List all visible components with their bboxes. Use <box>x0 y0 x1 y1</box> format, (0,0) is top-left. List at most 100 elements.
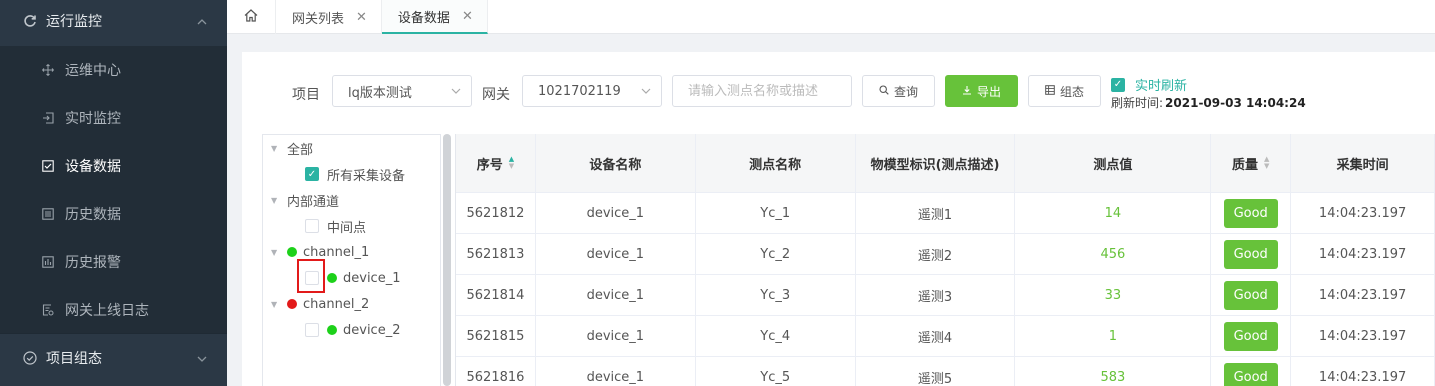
sidebar-item-realtime[interactable]: 实时监控 <box>0 94 227 142</box>
sidebar-item-label: 运维中心 <box>65 63 121 79</box>
tree-node-middle-point[interactable]: 中间点 <box>305 213 366 239</box>
header-label: 序号 <box>476 157 503 173</box>
cell-id: 5621813 <box>456 234 536 274</box>
tree-node-label: 中间点 <box>327 220 367 236</box>
sidebar-group-label: 运行监控 <box>46 14 102 30</box>
sidebar-group-project-config[interactable]: 项目组态 <box>0 333 227 381</box>
tab-label: 网关列表 <box>292 11 345 27</box>
search-icon <box>879 84 889 98</box>
cell-device: device_1 <box>536 357 696 386</box>
cell-device: device_1 <box>536 316 696 356</box>
header-label: 设备名称 <box>589 157 642 173</box>
table-row[interactable]: 5621814 device_1 Yc_3 遥测3 33 Good 14:04:… <box>456 275 1435 316</box>
tree-node-device-1[interactable]: device_1 <box>305 265 400 291</box>
tab-device-data[interactable]: 设备数据 ✕ <box>381 0 488 34</box>
caret-down-icon[interactable]: ▼ <box>271 144 279 153</box>
cell-point: Yc_2 <box>696 234 856 274</box>
realtime-checkbox[interactable]: ✓ <box>1111 77 1125 92</box>
sort-icon[interactable]: ▲ ▼ <box>509 156 514 170</box>
caret-down-icon[interactable]: ▼ <box>271 300 279 309</box>
tree-checkbox[interactable] <box>305 323 319 337</box>
export-button[interactable]: 导出 <box>945 75 1018 107</box>
cell-point: Yc_4 <box>696 316 856 356</box>
device-tree: ▼ 全部 ✓ 所有采集设备 ▼ 内部通道 中间点 ▼ channel_1 dev… <box>262 134 441 386</box>
header-desc: 物模型标识(测点描述) <box>856 134 1016 192</box>
chevron-down-icon <box>641 84 651 102</box>
cell-quality: Good <box>1211 234 1292 274</box>
close-icon[interactable]: ✕ <box>462 9 473 24</box>
home-icon <box>244 8 258 26</box>
online-status-dot <box>327 325 337 335</box>
cell-device: device_1 <box>536 193 696 233</box>
sidebar-item-label: 实时监控 <box>65 111 121 127</box>
tree-node-all-devices[interactable]: ✓ 所有采集设备 <box>305 161 405 187</box>
sidebar-item-label: 历史数据 <box>65 207 121 223</box>
gateway-select[interactable]: 1021702119 <box>522 75 662 107</box>
header-quality[interactable]: 质量 ▲ ▼ <box>1211 134 1292 192</box>
config-button-label: 组态 <box>1059 84 1084 99</box>
sidebar-group-monitoring[interactable]: 运行监控 <box>0 0 227 42</box>
cell-id: 5621816 <box>456 357 536 386</box>
cell-point: Yc_3 <box>696 275 856 315</box>
sidebar-item-ops-center[interactable]: 运维中心 <box>0 46 227 94</box>
cell-id: 5621812 <box>456 193 536 233</box>
close-icon[interactable]: ✕ <box>356 10 367 25</box>
table-header: 序号 ▲ ▼ 设备名称 测点名称 物模型标识(测点描述) 测点值 质量 ▲ ▼ 采集… <box>456 134 1435 193</box>
sidebar-submenu: 运维中心 实时监控 设备数据 历史数据 历史报警 网关上线日志 <box>0 46 227 333</box>
cell-desc: 遥测1 <box>856 193 1016 233</box>
sidebar-item-device-data[interactable]: 设备数据 <box>0 142 227 190</box>
table-row[interactable]: 5621816 device_1 Yc_5 遥测5 583 Good 14:04… <box>456 357 1435 386</box>
export-button-label: 导出 <box>976 84 1001 99</box>
offline-status-dot <box>287 299 297 309</box>
sidebar-item-label: 历史报警 <box>65 255 121 271</box>
home-tab[interactable] <box>227 0 276 34</box>
project-select[interactable]: lq版本测试 <box>332 75 472 107</box>
tree-node-internal[interactable]: ▼ 内部通道 <box>271 187 339 213</box>
sidebar: 运行监控 运维中心 实时监控 设备数据 历史数据 历史报警 网关上线日志 项目组… <box>0 0 227 386</box>
tree-node-device-2[interactable]: device_2 <box>305 317 400 343</box>
header-value: 测点值 <box>1015 134 1212 192</box>
sidebar-item-history-alarm[interactable]: 历史报警 <box>0 238 227 286</box>
cell-device: device_1 <box>536 275 696 315</box>
realtime-refresh-toggle[interactable]: ✓ 实时刷新 <box>1111 75 1187 94</box>
checkbox-icon <box>41 159 55 173</box>
sort-icon[interactable]: ▲ ▼ <box>1264 156 1269 170</box>
table-row[interactable]: 5621815 device_1 Yc_4 遥测4 1 Good 14:04:2… <box>456 316 1435 357</box>
query-button[interactable]: 查询 <box>862 75 935 107</box>
query-button-label: 查询 <box>893 84 918 99</box>
chevron-up-icon <box>197 13 207 29</box>
gateway-select-value: 1021702119 <box>538 83 621 99</box>
sidebar-item-label: 网关上线日志 <box>65 303 149 319</box>
caret-down-icon[interactable]: ▼ <box>271 248 279 257</box>
chart-icon <box>41 255 55 269</box>
tree-checkbox[interactable] <box>305 219 319 233</box>
tree-node-label: 全部 <box>287 142 314 158</box>
tab-label: 设备数据 <box>397 10 450 26</box>
sidebar-group-label: 项目组态 <box>46 350 102 367</box>
header-label: 质量 <box>1232 157 1259 173</box>
tree-node-channel-2[interactable]: ▼ channel_2 <box>271 291 369 317</box>
table-row[interactable]: 5621813 device_1 Yc_2 遥测2 456 Good 14:04… <box>456 234 1435 275</box>
log-icon <box>41 303 55 317</box>
tab-gateway-list[interactable]: 网关列表 ✕ <box>276 0 382 34</box>
tree-checkbox[interactable] <box>305 271 319 285</box>
quality-badge: Good <box>1223 321 1278 351</box>
data-table: 序号 ▲ ▼ 设备名称 测点名称 物模型标识(测点描述) 测点值 质量 ▲ ▼ 采集… <box>455 134 1435 386</box>
sidebar-item-history-data[interactable]: 历史数据 <box>0 190 227 238</box>
tree-checkbox[interactable]: ✓ <box>305 167 319 181</box>
tree-node-all[interactable]: ▼ 全部 <box>271 135 313 161</box>
sidebar-item-gateway-log[interactable]: 网关上线日志 <box>0 286 227 334</box>
cell-desc: 遥测5 <box>856 357 1016 386</box>
cell-device: device_1 <box>536 234 696 274</box>
search-input[interactable] <box>672 75 852 107</box>
header-id[interactable]: 序号 ▲ ▼ <box>456 134 536 192</box>
caret-down-icon[interactable]: ▼ <box>271 196 279 205</box>
config-button[interactable]: 组态 <box>1028 75 1101 107</box>
cell-point: Yc_1 <box>696 193 856 233</box>
tree-scrollbar[interactable] <box>443 134 451 386</box>
header-device: 设备名称 <box>536 134 696 192</box>
download-icon <box>962 85 972 98</box>
table-row[interactable]: 5621812 device_1 Yc_1 遥测1 14 Good 14:04:… <box>456 193 1435 234</box>
refresh-time: 刷新时间: 2021-09-03 14:04:24 <box>1111 94 1306 111</box>
header-label: 测点名称 <box>749 157 802 173</box>
